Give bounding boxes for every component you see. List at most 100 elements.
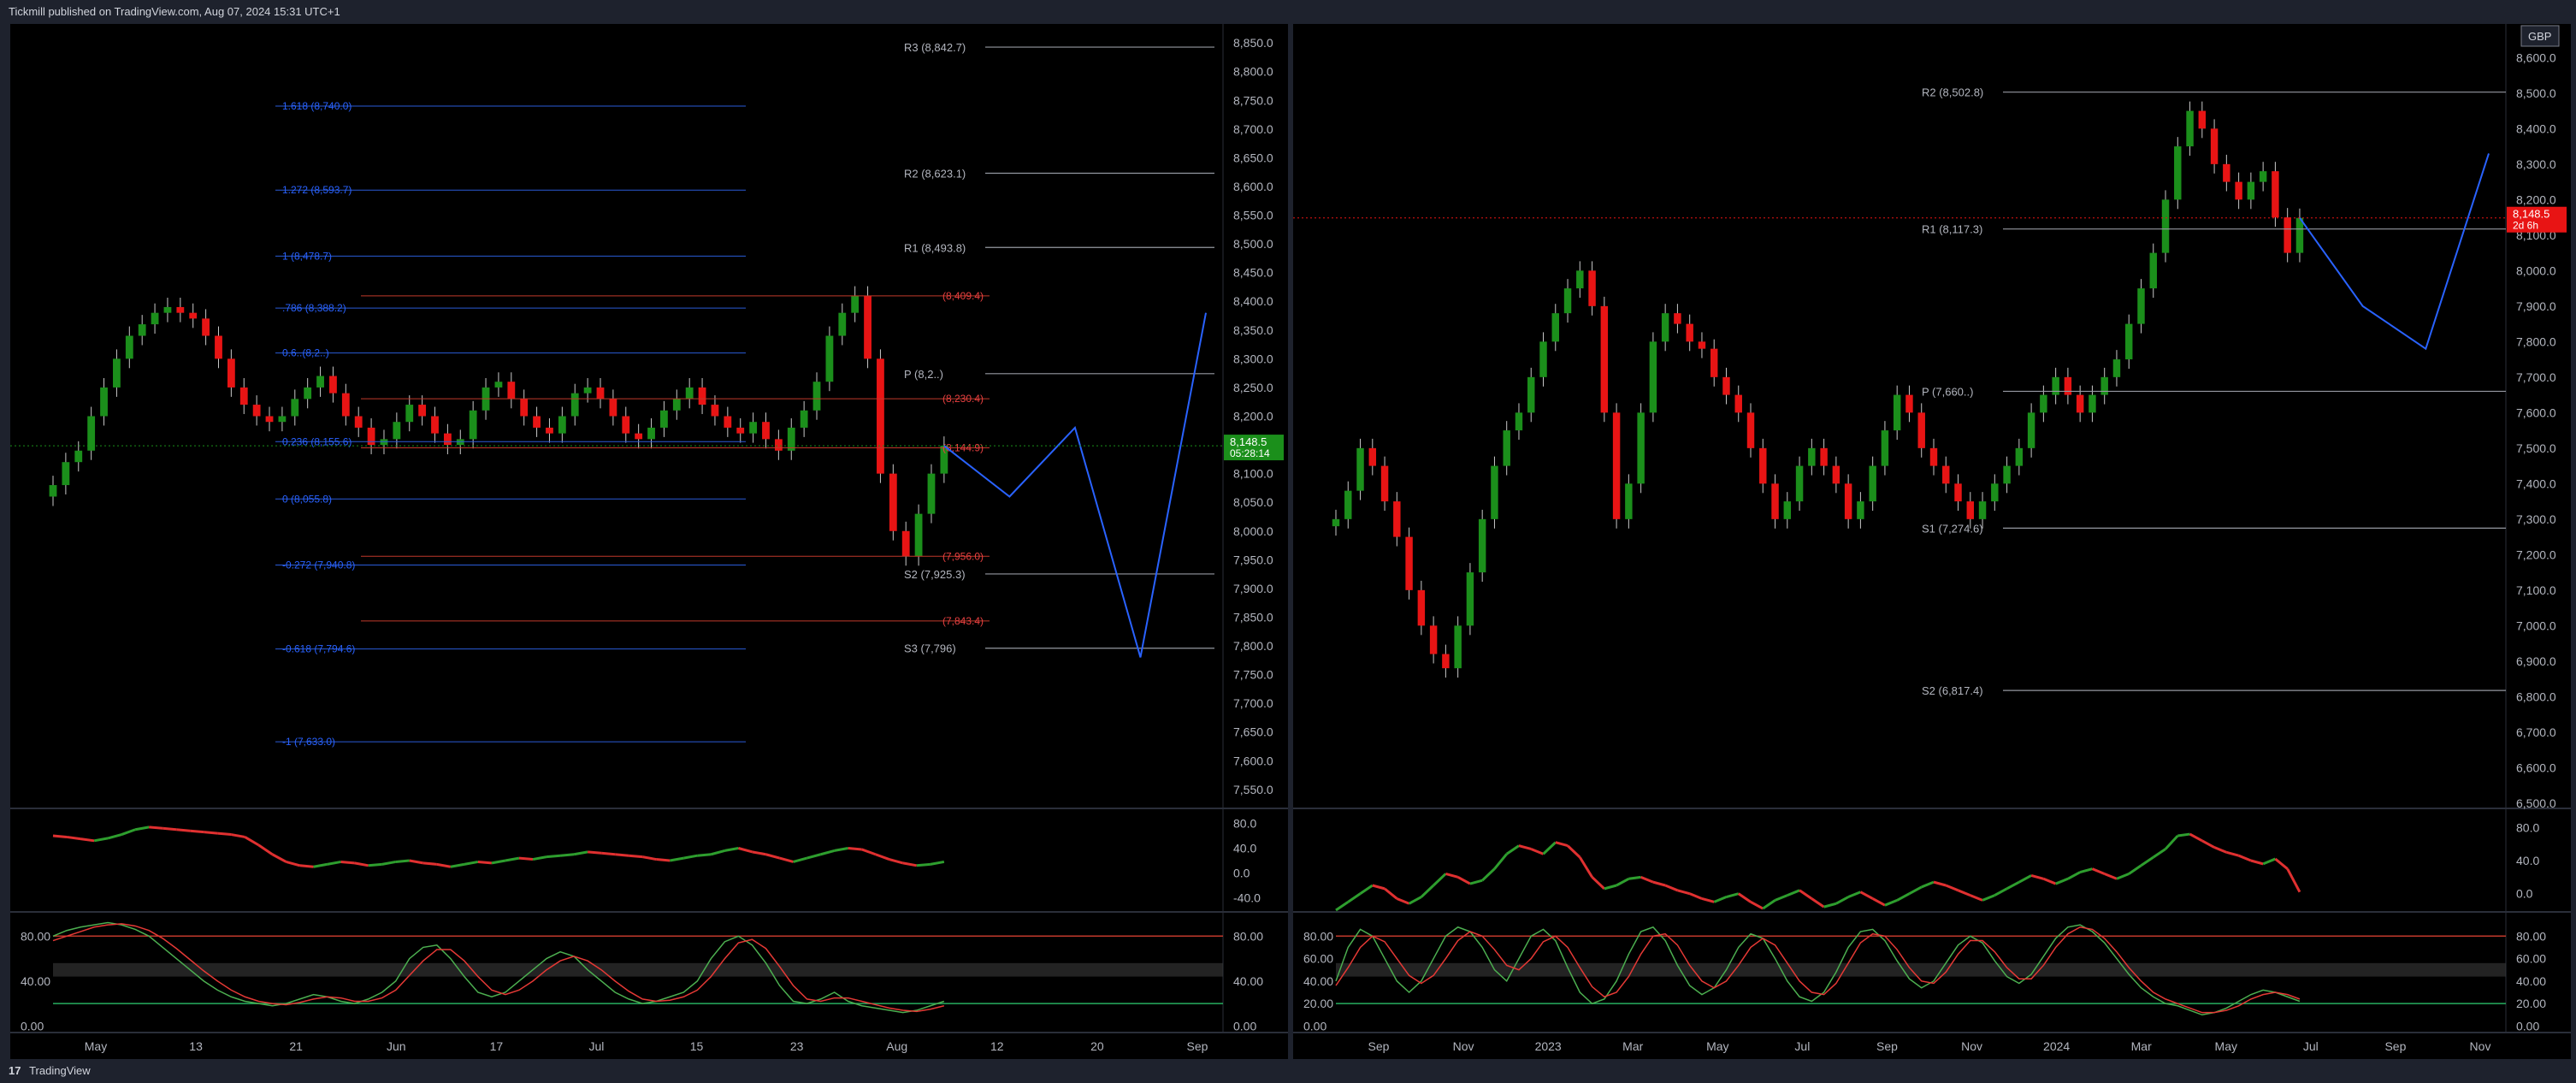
- candle-body: [227, 358, 235, 388]
- candle-body: [1356, 447, 1364, 491]
- rsi-tick-label: 40.0: [2516, 854, 2539, 867]
- left-chart-panel[interactable]: 8,850.0 8,800.0 8,750.0 8,700.0 8,650.0 8,600…: [10, 24, 1288, 1059]
- time-tick-label: Mar: [1622, 1039, 1643, 1053]
- time-tick-label: Jul: [589, 1039, 605, 1053]
- candle-body: [2272, 171, 2279, 218]
- rsi-segment: [162, 826, 177, 831]
- candle-body: [151, 312, 159, 325]
- candle-body: [354, 416, 363, 428]
- price-tick-label: 7,000.0: [2516, 618, 2556, 632]
- candle-body: [1551, 313, 1559, 342]
- candle-body: [724, 416, 732, 428]
- stoch-tick-label: 80.00: [2516, 929, 2546, 943]
- price-tick-label: 8,850.0: [1233, 36, 1273, 50]
- candle-body: [1503, 430, 1510, 466]
- time-tick-label: Jul: [2303, 1039, 2319, 1053]
- candle-body: [1429, 625, 1438, 654]
- countdown-label: 2d 6h: [2513, 220, 2538, 232]
- candle-body: [393, 422, 401, 440]
- candle-body: [1893, 394, 1901, 431]
- price-tick-label: 7,800.0: [1233, 639, 1273, 653]
- rsi-segment: [916, 862, 931, 867]
- stoch-tick-label-left: 40.00: [1303, 974, 1333, 988]
- publish-header: Tickmill published on TradingView.com, A…: [0, 0, 2576, 24]
- price-tick-label: 6,800.0: [2516, 689, 2556, 703]
- rsi-tick-label: 0.0: [2516, 887, 2533, 901]
- candle-body: [901, 530, 910, 557]
- candle-body: [1771, 483, 1779, 519]
- pivot-level-label: R2 (8,502.8): [1922, 86, 1983, 99]
- price-tick-label: 7,300.0: [2516, 512, 2556, 526]
- time-tick-label: 2023: [1535, 1039, 1562, 1053]
- price-tick-label: 6,700.0: [2516, 725, 2556, 739]
- price-tick-label: 8,500.0: [1233, 237, 1273, 251]
- candle-body: [2149, 252, 2157, 289]
- right-chart-panel[interactable]: 8,600.08,500.08,400.08,300.08,200.08,100…: [1293, 24, 2571, 1059]
- candle-body: [189, 312, 198, 319]
- candle-body: [405, 405, 414, 423]
- candle-body: [1832, 465, 1840, 484]
- rsi-segment: [477, 860, 493, 865]
- time-tick-label: Nov: [1453, 1039, 1474, 1053]
- candle-body: [418, 405, 427, 417]
- candle-body: [800, 410, 808, 428]
- candle-body: [660, 410, 668, 428]
- candle-body: [1527, 376, 1535, 413]
- candle-body: [2125, 323, 2133, 360]
- rsi-tick-label: 80.0: [2516, 820, 2539, 834]
- time-tick-label: Sep: [1187, 1039, 1208, 1053]
- fib-level-label: 0.6..(8,2..): [282, 347, 329, 359]
- pivot-level-label: R2 (8,623.1): [904, 167, 966, 180]
- candle-body: [2198, 110, 2207, 129]
- rsi-segment: [52, 834, 68, 838]
- candle-body: [914, 513, 923, 557]
- fib-level-label: .786 (8,388.2): [282, 302, 346, 314]
- pivot-level-label: R3 (8,842.7): [904, 41, 966, 54]
- candle-body: [1746, 412, 1755, 448]
- price-tick-label: 8,600.0: [1233, 180, 1273, 193]
- pivot-level-label: S3 (7,796): [904, 642, 956, 655]
- price-tick-label: 8,200.0: [1233, 410, 1273, 423]
- charts-area: 8,850.0 8,800.0 8,750.0 8,700.0 8,650.0 8,600…: [10, 24, 2571, 1059]
- candle-body: [812, 382, 821, 411]
- candle-body: [558, 416, 566, 434]
- candle-body: [1491, 465, 1498, 519]
- time-tick-label: Nov: [2470, 1039, 2491, 1053]
- brand-name[interactable]: TradingView: [29, 1064, 91, 1077]
- candle-body: [2247, 181, 2255, 200]
- candle-body: [265, 416, 274, 423]
- price-tick-label: 8,000.0: [1233, 524, 1273, 538]
- candle-body: [1869, 465, 1876, 502]
- candle-body: [1417, 589, 1426, 626]
- time-tick-label: Mar: [2131, 1039, 2152, 1053]
- candle-body: [138, 324, 146, 336]
- price-tick-label: 8,600.0: [2516, 50, 2556, 64]
- stoch-tick-label-left: 80.00: [21, 929, 50, 943]
- rsi-segment: [518, 856, 534, 861]
- candle-body: [1674, 313, 1681, 324]
- candle-body: [2259, 171, 2267, 182]
- time-tick-label: Sep: [1876, 1039, 1898, 1053]
- price-tick-label: 6,900.0: [2516, 654, 2556, 668]
- price-tick-label: 7,800.0: [2516, 334, 2556, 348]
- time-tick-label: May: [1706, 1039, 1728, 1053]
- candle-body: [1442, 654, 1450, 669]
- candle-body: [1612, 412, 1621, 519]
- candle-body: [2015, 447, 2024, 466]
- currency-label: GBP: [2528, 30, 2551, 43]
- candle-body: [685, 387, 694, 399]
- candle-body: [1393, 501, 1401, 537]
- candle-body: [62, 462, 70, 486]
- candle-body: [1405, 536, 1413, 590]
- price-tick-label: 8,800.0: [1233, 65, 1273, 79]
- fib-level-label: 1 (8,478.7): [282, 250, 332, 262]
- recent-level-label: (7,843.4): [942, 615, 984, 627]
- candle-body: [520, 399, 529, 417]
- time-tick-label: May: [2215, 1039, 2237, 1053]
- rsi-segment: [176, 828, 191, 832]
- candle-body: [1576, 270, 1584, 289]
- stoch-tick-label: 40.00: [2516, 974, 2546, 988]
- candle-body: [762, 422, 770, 440]
- candle-body: [2137, 288, 2145, 324]
- time-tick-label: 23: [790, 1039, 804, 1053]
